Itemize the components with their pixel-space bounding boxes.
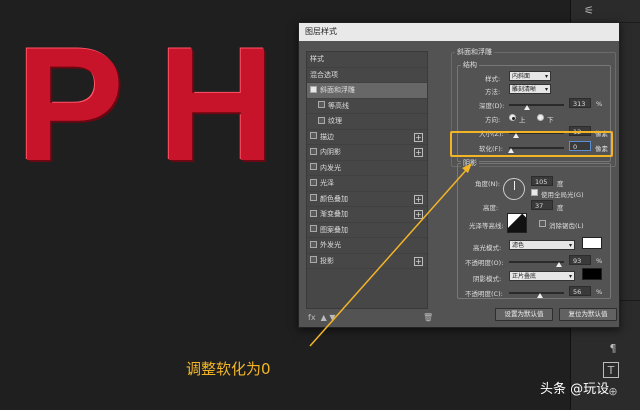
watermark: 头条 @玩设 — [540, 382, 610, 397]
callout-arrow — [309, 163, 472, 347]
caption-text: 调整软化为0 — [186, 360, 271, 378]
